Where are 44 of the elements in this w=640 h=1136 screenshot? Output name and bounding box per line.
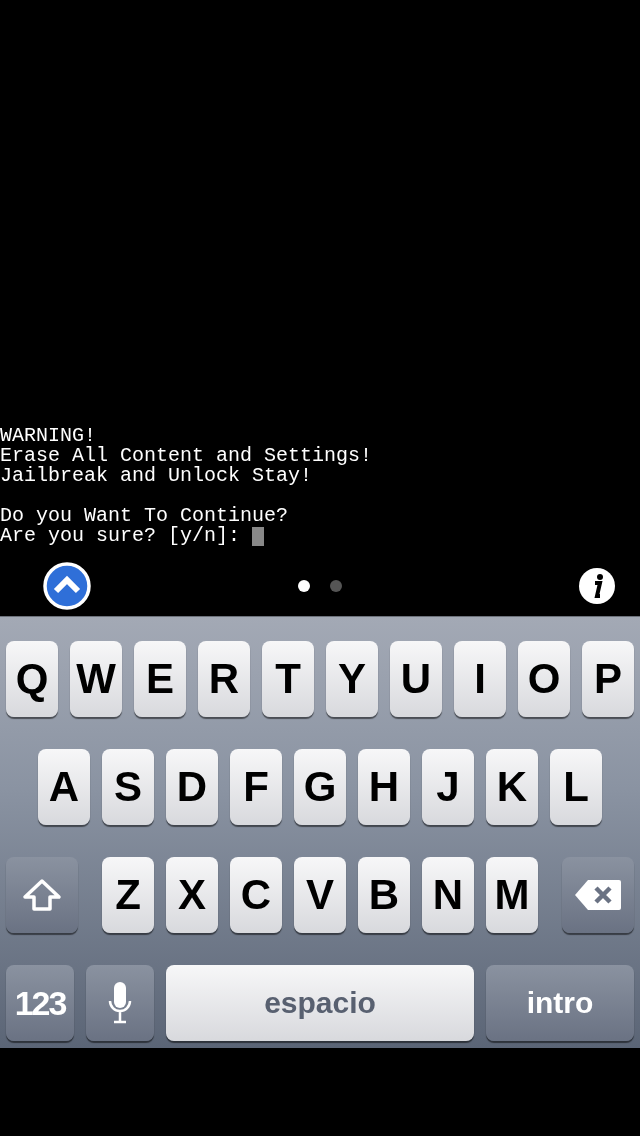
delete-key[interactable] [562,857,634,933]
numbers-key[interactable]: 123 [6,965,74,1041]
page-dot[interactable] [298,580,310,592]
space-key[interactable]: espacio [166,965,474,1041]
letter-key[interactable]: K [486,749,538,825]
letter-key[interactable]: G [294,749,346,825]
dictation-key[interactable] [86,965,154,1041]
terminal-text: Jailbreak and Unlock Stay! [0,466,313,486]
terminal-text: Are you sure? [y/n]: [0,526,241,546]
shift-key[interactable] [6,857,78,933]
letter-key[interactable]: P [582,641,634,717]
return-key[interactable]: intro [486,965,634,1041]
letter-key[interactable]: B [358,857,410,933]
letter-key[interactable]: H [358,749,410,825]
letter-key[interactable]: Y [326,641,378,717]
letter-key[interactable]: O [518,641,570,717]
shift-arrow-icon [22,878,62,912]
letter-key[interactable]: E [134,641,186,717]
terminal-text: Erase All Content and Settings! [0,446,373,466]
letter-key[interactable]: T [262,641,314,717]
letter-key[interactable]: D [166,749,218,825]
letter-key[interactable]: L [550,749,602,825]
info-icon[interactable] [578,567,616,605]
letter-key[interactable]: V [294,857,346,933]
terminal-text: WARNING! [0,426,96,446]
letter-key[interactable]: U [390,641,442,717]
page-dot[interactable] [330,580,342,592]
letter-key[interactable]: F [230,749,282,825]
letter-key[interactable]: Q [6,641,58,717]
chevron-up-button[interactable] [43,562,91,610]
letter-key[interactable]: J [422,749,474,825]
backspace-icon [574,879,622,911]
letter-key[interactable]: R [198,641,250,717]
terminal-text: Do you Want To Continue? [0,506,289,526]
letter-key[interactable]: M [486,857,538,933]
letter-key[interactable]: C [230,857,282,933]
letter-key[interactable]: I [454,641,506,717]
letter-key[interactable]: S [102,749,154,825]
letter-key[interactable]: X [166,857,218,933]
letter-key[interactable]: W [70,641,122,717]
letter-key[interactable]: A [38,749,90,825]
letter-key[interactable]: Z [102,857,154,933]
letter-key[interactable]: N [422,857,474,933]
microphone-icon [108,981,132,1025]
